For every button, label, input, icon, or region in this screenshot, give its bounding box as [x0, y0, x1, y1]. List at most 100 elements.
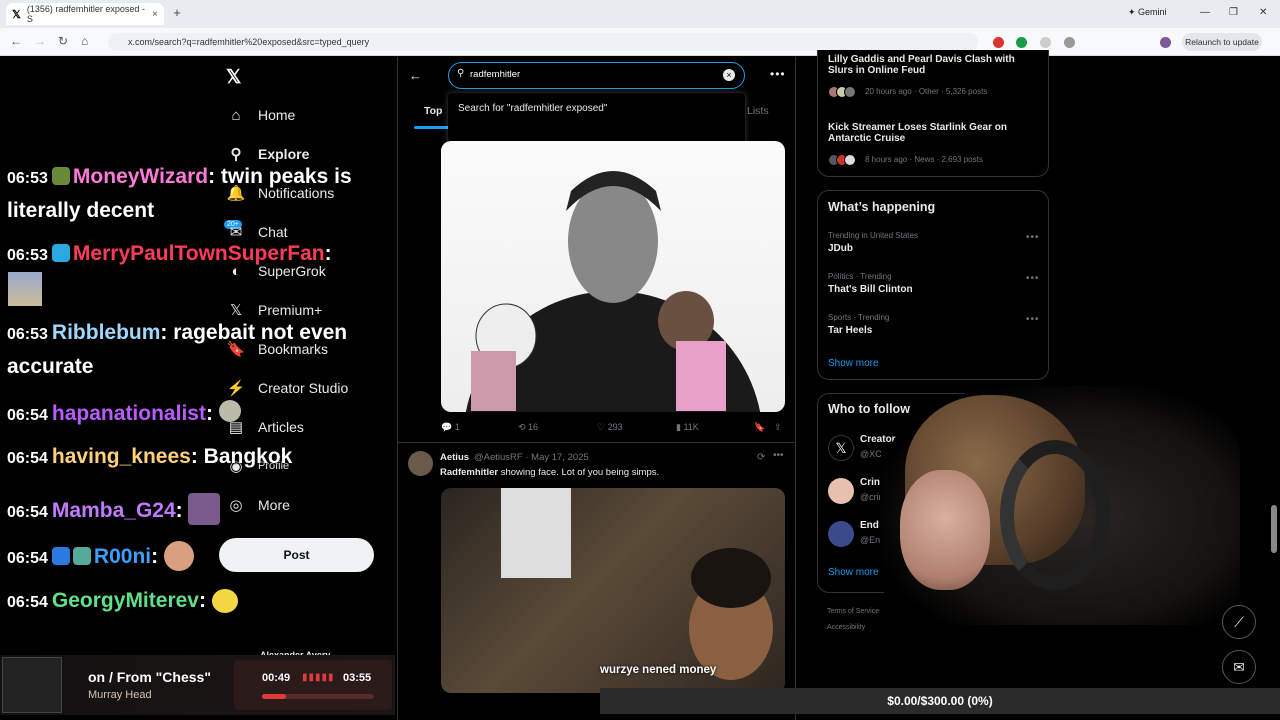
- close-window-button[interactable]: ✕: [1259, 7, 1267, 18]
- headphones: [1000, 440, 1110, 590]
- playback-panel: [234, 660, 392, 710]
- avatar[interactable]: [408, 451, 433, 476]
- chat-user: MerryPaulTownSuperFan: [72, 242, 325, 265]
- maximize-button[interactable]: ❐: [1229, 7, 1238, 18]
- sidebar-item-creator-studio[interactable]: ⚡ Creator Studio: [227, 380, 349, 397]
- trend-name[interactable]: Tar Heels: [828, 325, 872, 336]
- chat-emote-icon: [188, 493, 221, 525]
- post-text: Radfemhitler showing face. Lot of you be…: [440, 467, 659, 478]
- chat-user: Mamba_G24: [51, 499, 176, 522]
- extension-icon[interactable]: [1040, 37, 1051, 48]
- trend-label: Politics · Trending: [828, 272, 892, 281]
- chat-time: 06:54: [7, 594, 48, 611]
- chat-message-continued: accurate: [7, 355, 93, 379]
- views-button[interactable]: ▮ 11K: [676, 422, 699, 433]
- trend-meta: 8 hours ago · News · 2,693 posts: [865, 155, 983, 164]
- extension-icon[interactable]: [993, 37, 1004, 48]
- chat-text: ragebait not even: [173, 321, 348, 344]
- back-arrow-icon[interactable]: ←: [409, 68, 422, 83]
- chat-icon: ✉: [229, 224, 243, 241]
- search-icon: ⚲: [457, 68, 465, 79]
- total-time: 03:55: [343, 672, 372, 684]
- chat-time: 06:53: [7, 326, 48, 343]
- relaunch-button[interactable]: Relaunch to update: [1182, 33, 1262, 51]
- tab-top[interactable]: Top: [424, 105, 442, 117]
- more-options-icon[interactable]: •••: [1026, 273, 1040, 284]
- sidebar-item-chat[interactable]: ✉ Chat: [228, 224, 288, 241]
- forward-button[interactable]: →: [34, 34, 46, 48]
- follow-handle: @XC: [860, 449, 882, 459]
- trend-name[interactable]: That's Bill Clinton: [828, 284, 913, 295]
- trend-meta: 20 hours ago · Other · 5,326 posts: [865, 87, 988, 96]
- browser-tab-bar: [0, 0, 1280, 28]
- extension-icon[interactable]: [1016, 37, 1027, 48]
- share-icon[interactable]: ⇪: [774, 422, 782, 433]
- post-image[interactable]: [441, 141, 785, 412]
- gemini-label: Gemini: [1138, 7, 1167, 17]
- chat-text: literally decent: [7, 199, 155, 222]
- avatar[interactable]: 𝕏: [828, 435, 854, 461]
- grok-icon[interactable]: ⟳: [757, 452, 765, 463]
- chat-message: 06:54 GeorgyMiterev:: [7, 589, 241, 613]
- trend-title[interactable]: Lilly Gaddis and Pearl Davis Clash with …: [828, 54, 1040, 76]
- messages-floating-button[interactable]: ✉: [1222, 650, 1256, 684]
- more-icon: ◎: [229, 497, 243, 514]
- more-options-icon[interactable]: •••: [1026, 314, 1040, 325]
- minimize-button[interactable]: —: [1200, 7, 1210, 18]
- more-options-icon[interactable]: •••: [773, 450, 784, 461]
- post-author-handle[interactable]: @AetiusRF · May 17, 2025: [474, 452, 589, 463]
- repost-button[interactable]: ⟲ 16: [518, 422, 538, 433]
- chat-user: hapanationalist: [51, 402, 206, 425]
- post-button[interactable]: Post: [219, 538, 374, 572]
- views-count: 11K: [683, 422, 699, 432]
- reload-button[interactable]: ↻: [58, 34, 68, 48]
- post-video[interactable]: [441, 488, 785, 693]
- sidebar-item-home[interactable]: ⌂ Home: [228, 107, 295, 124]
- search-suggestion[interactable]: Search for "radfemhitler exposed": [458, 103, 607, 114]
- gemini-button[interactable]: ✦ Gemini: [1128, 7, 1167, 18]
- tab-lists[interactable]: Lists: [747, 105, 769, 117]
- sidebar-item-premium[interactable]: 𝕏 Premium+: [228, 302, 322, 319]
- bookmark-icon[interactable]: 🔖: [754, 422, 765, 433]
- more-options-icon[interactable]: •••: [1026, 232, 1040, 243]
- more-options-icon[interactable]: •••: [770, 67, 786, 81]
- sidebar-item-explore[interactable]: ⚲ Explore: [228, 146, 310, 163]
- sidebar-item-more[interactable]: ◎ More: [228, 497, 289, 514]
- home-button[interactable]: ⌂: [81, 34, 88, 48]
- profile-avatar[interactable]: [1160, 37, 1171, 48]
- search-input-value[interactable]: radfemhitler: [470, 69, 520, 80]
- x-icon: 𝕏: [229, 302, 243, 319]
- x-logo-icon[interactable]: 𝕏: [226, 66, 241, 89]
- new-tab-button[interactable]: +: [170, 6, 184, 20]
- reply-button[interactable]: 💬 1: [441, 422, 460, 433]
- sidebar-item-label: Chat: [258, 224, 288, 240]
- post-author-name[interactable]: Aetius: [440, 452, 469, 463]
- trend-name[interactable]: JDub: [828, 243, 853, 254]
- browser-tab[interactable]: 𝕏 (1356) radfemhitler exposed - S ×: [6, 3, 164, 25]
- footer-terms[interactable]: Terms of Service: [827, 604, 879, 620]
- post-mention: Radfemhitler: [440, 467, 499, 478]
- show-more-link[interactable]: Show more: [828, 358, 879, 369]
- footer-accessibility[interactable]: Accessibility: [827, 620, 879, 636]
- like-button[interactable]: ♡ 293: [597, 422, 623, 433]
- show-more-link[interactable]: Show more: [828, 567, 879, 578]
- chat-badge-icon: [72, 547, 91, 565]
- chat-message: 06:54 R00ni:: [7, 541, 197, 571]
- facepile: [828, 86, 856, 98]
- grok-floating-button[interactable]: ⟋: [1222, 605, 1256, 639]
- clear-search-icon[interactable]: ×: [723, 69, 735, 81]
- chat-time: 06:53: [7, 170, 48, 187]
- avatar[interactable]: [828, 478, 854, 504]
- url-input[interactable]: x.com/search?q=radfemhitler%20exposed&sr…: [108, 33, 978, 51]
- tab-close-icon[interactable]: ×: [152, 9, 158, 20]
- puzzle-icon[interactable]: [1064, 37, 1075, 48]
- chat-badge-icon: [51, 167, 70, 185]
- tab-title: (1356) radfemhitler exposed - S: [26, 4, 145, 24]
- facepile: [828, 154, 856, 166]
- avatar[interactable]: [828, 521, 854, 547]
- trend-title[interactable]: Kick Streamer Loses Starlink Gear on Ant…: [828, 122, 1040, 144]
- tab-indicator: [414, 126, 450, 129]
- scrollbar[interactable]: [1271, 505, 1277, 553]
- back-button[interactable]: ←: [10, 34, 22, 48]
- chat-text: accurate: [7, 355, 94, 378]
